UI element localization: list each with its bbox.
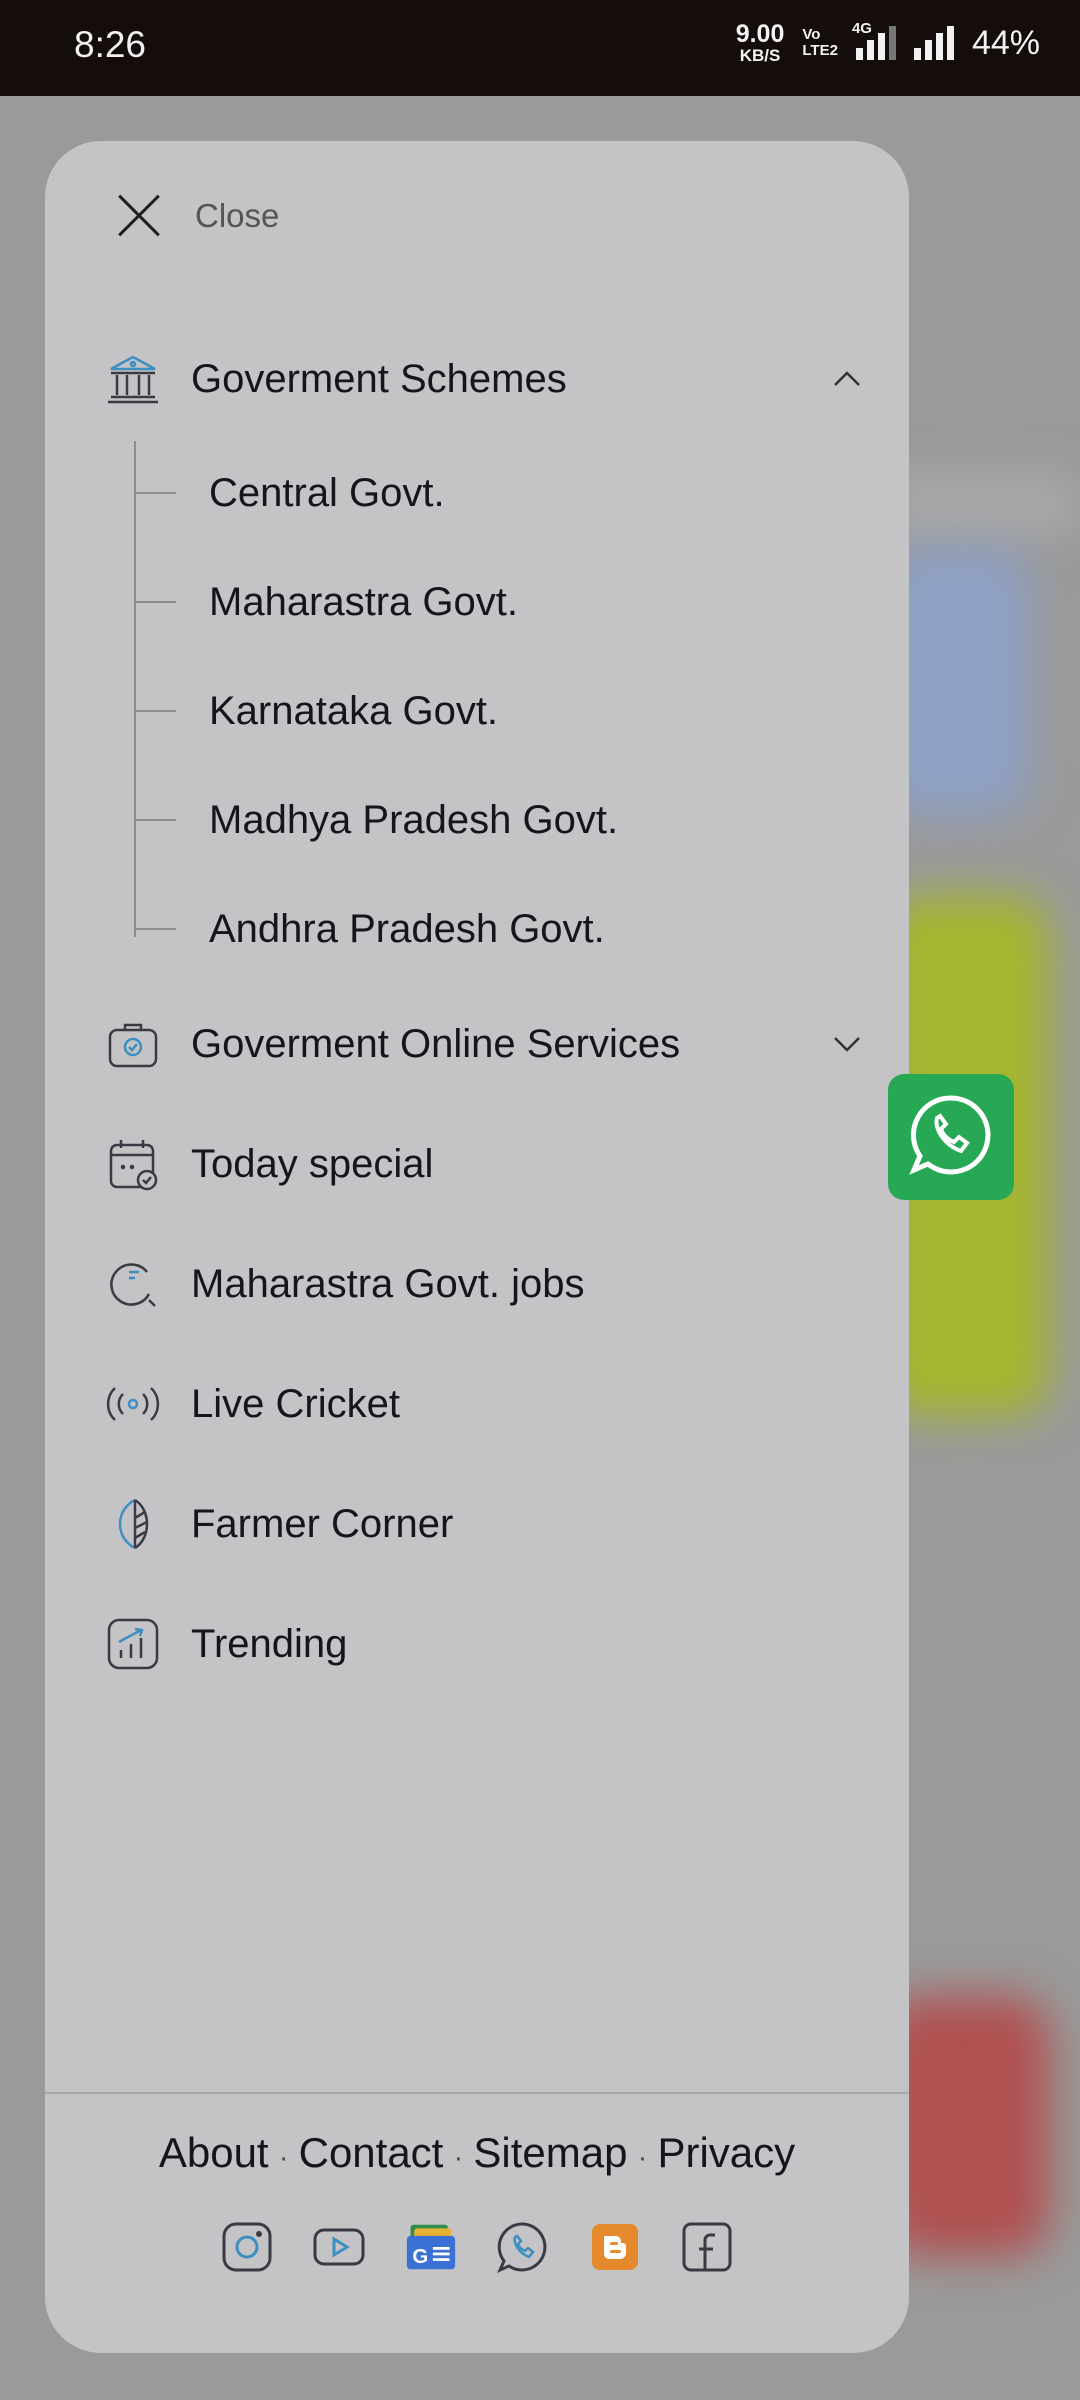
menu-today-special[interactable]: Today special	[105, 1124, 895, 1204]
volte-indicator: Vo LTE2	[802, 25, 838, 60]
close-label: Close	[195, 197, 280, 234]
submenu-maharastra-govt[interactable]: Maharastra Govt.	[134, 570, 518, 634]
footer-links: About · Contact · Sitemap · Privacy	[45, 2129, 909, 2177]
menu-label: Trending	[191, 1621, 348, 1666]
menu-label: Maharastra Govt. jobs	[191, 1261, 585, 1306]
tree-branch	[134, 710, 176, 712]
footer-link-sitemap[interactable]: Sitemap	[473, 2129, 627, 2176]
close-button[interactable]: Close	[115, 191, 279, 241]
menu-label: Goverment Schemes	[191, 356, 567, 401]
submenu-andhra-pradesh-govt[interactable]: Andhra Pradesh Govt.	[134, 897, 605, 961]
tree-branch	[134, 601, 176, 603]
search-job-icon	[105, 1256, 161, 1312]
menu-maharastra-govt-jobs[interactable]: Maharastra Govt. jobs	[105, 1244, 895, 1324]
status-time: 8:26	[74, 24, 147, 65]
google-news-icon[interactable]: G	[405, 2221, 457, 2273]
menu-label: Live Cricket	[191, 1381, 400, 1426]
navigation-drawer: Close Goverment Schemes Central Govt. Ma…	[45, 141, 909, 2353]
whatsapp-icon[interactable]	[497, 2221, 549, 2273]
separator-dot: ·	[637, 2141, 648, 2174]
separator-dot: ·	[453, 2141, 464, 2174]
volte-bottom: LTE2	[802, 42, 838, 59]
calendar-check-icon	[105, 1136, 161, 1192]
trending-chart-icon	[105, 1616, 161, 1672]
menu-trending[interactable]: Trending	[105, 1604, 895, 1684]
separator-dot: ·	[278, 2141, 289, 2174]
network-speed-unit: KB/S	[739, 46, 781, 65]
svg-text:G: G	[412, 2246, 428, 2268]
menu-farmer-corner[interactable]: Farmer Corner	[105, 1484, 895, 1564]
submenu-karnataka-govt[interactable]: Karnataka Govt.	[134, 679, 498, 743]
youtube-icon[interactable]	[313, 2221, 365, 2273]
whatsapp-icon	[906, 1090, 996, 1185]
network-speed: 9.00 KB/S	[735, 20, 785, 65]
instagram-icon[interactable]	[221, 2221, 273, 2273]
chevron-down-icon[interactable]	[829, 1026, 865, 1062]
network-speed-value: 9.00	[735, 20, 785, 48]
menu-goverment-online-services[interactable]: Goverment Online Services	[105, 1004, 895, 1084]
briefcase-icon	[105, 1016, 161, 1072]
footer-link-contact[interactable]: Contact	[299, 2129, 444, 2176]
footer-link-privacy[interactable]: Privacy	[657, 2129, 795, 2176]
menu-label: Farmer Corner	[191, 1501, 454, 1546]
footer-divider	[45, 2092, 909, 2094]
signal-sim1: 4G	[852, 20, 896, 60]
menu-goverment-schemes[interactable]: Goverment Schemes	[105, 339, 895, 419]
chevron-up-icon[interactable]	[829, 361, 865, 397]
broadcast-icon	[105, 1376, 161, 1432]
tree-branch	[134, 819, 176, 821]
blogger-icon[interactable]	[589, 2221, 641, 2273]
menu-label: Today special	[191, 1141, 434, 1186]
footer-link-about[interactable]: About	[159, 2129, 269, 2176]
network-type: 4G	[851, 20, 872, 37]
submenu-label: Madhya Pradesh Govt.	[209, 797, 619, 842]
signal-bars-icon-2	[913, 26, 954, 60]
status-bar: 8:26 9.00 KB/S Vo LTE2 4G 44%	[0, 0, 1080, 96]
submenu-label: Maharastra Govt.	[209, 579, 519, 624]
leaf-icon	[105, 1496, 161, 1552]
volte-top: Vo	[802, 25, 821, 43]
battery-level: 44%	[971, 23, 1040, 62]
submenu-madhya-pradesh-govt[interactable]: Madhya Pradesh Govt.	[134, 788, 618, 852]
menu-label: Goverment Online Services	[191, 1021, 681, 1066]
submenu-label: Andhra Pradesh Govt.	[209, 906, 605, 951]
social-links: G	[45, 2221, 909, 2273]
whatsapp-float-button[interactable]	[888, 1074, 1014, 1200]
facebook-icon[interactable]	[681, 2221, 733, 2273]
tree-branch	[134, 928, 176, 930]
close-icon[interactable]	[115, 191, 165, 241]
status-icons: 9.00 KB/S Vo LTE2 4G 44%	[735, 20, 1040, 65]
bank-icon	[105, 351, 161, 407]
submenu-central-govt[interactable]: Central Govt.	[134, 461, 445, 525]
submenu-label: Karnataka Govt.	[209, 688, 499, 733]
menu-live-cricket[interactable]: Live Cricket	[105, 1364, 895, 1444]
tree-branch	[134, 492, 176, 494]
submenu-label: Central Govt.	[209, 470, 445, 515]
